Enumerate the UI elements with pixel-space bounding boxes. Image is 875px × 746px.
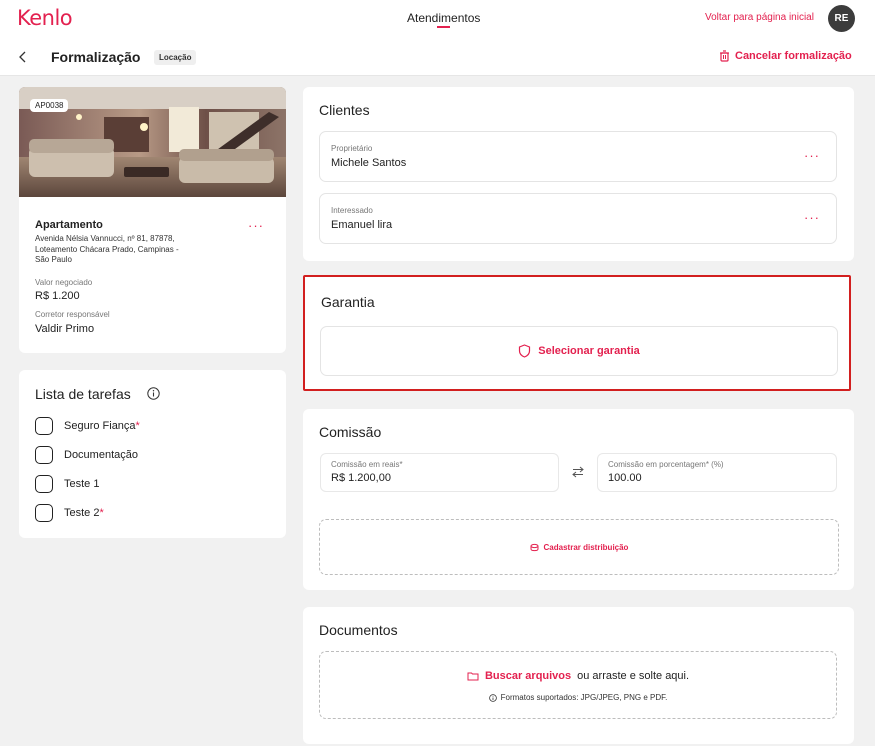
garantia-title: Garantia <box>321 294 375 310</box>
client-more-button[interactable]: ··· <box>804 148 820 163</box>
trash-icon <box>720 50 729 62</box>
swap-icon[interactable] <box>571 465 585 479</box>
nav-atendimentos[interactable]: Atendimentos <box>407 11 480 25</box>
task-item[interactable]: Documentação <box>35 446 138 464</box>
cancel-formalizacao-button[interactable]: Cancelar formalização <box>719 50 852 62</box>
comissao-title: Comissão <box>319 424 382 440</box>
select-garantia-label: Selecionar garantia <box>538 345 640 357</box>
buscar-arquivos-link[interactable]: Buscar arquivos <box>485 670 571 682</box>
nav-active-indicator <box>437 26 450 28</box>
cadastrar-distribuicao-button[interactable]: Cadastrar distribuição <box>319 519 839 575</box>
avatar[interactable]: RE <box>828 5 855 32</box>
property-code: AP0038 <box>30 99 69 112</box>
task-item[interactable]: Teste 1 <box>35 475 99 493</box>
clients-title: Clientes <box>319 102 370 118</box>
coins-icon <box>530 543 539 551</box>
comissao-pct-value: 100.00 <box>608 472 642 484</box>
valor-value: R$ 1.200 <box>35 290 80 302</box>
shield-icon <box>519 344 531 358</box>
corretor-label: Corretor responsável <box>35 310 110 319</box>
task-checkbox[interactable] <box>35 504 53 522</box>
comissao-reais-field[interactable]: Comissão em reais* R$ 1.200,00 <box>320 453 559 492</box>
corretor-value: Valdir Primo <box>35 323 95 335</box>
status-badge: Locação <box>154 50 197 65</box>
property-card: AP0038 Apartamento ··· Avenida Nélsia Va… <box>19 87 286 353</box>
task-checkbox[interactable] <box>35 417 53 435</box>
garantia-card: Garantia Selecionar garantia <box>303 275 851 391</box>
task-item[interactable]: Seguro Fiança* <box>35 417 140 435</box>
comissao-pct-label: Comissão em porcentagem* (%) <box>608 460 724 469</box>
cancel-label: Cancelar formalização <box>735 50 852 62</box>
comissao-reais-value: R$ 1.200,00 <box>331 472 391 484</box>
valor-label: Valor negociado <box>35 278 93 287</box>
client-proprietario[interactable]: Proprietário Michele Santos ··· <box>319 131 837 182</box>
client-role-label: Interessado <box>331 206 373 215</box>
task-label: Teste 2* <box>64 507 104 519</box>
file-dropzone[interactable]: Buscar arquivos ou arraste e solte aqui.… <box>319 651 837 719</box>
property-address: Avenida Nélsia Vannucci, nº 81, 87878, L… <box>35 234 179 264</box>
task-list-title: Lista de tarefas <box>35 386 131 402</box>
client-role-label: Proprietário <box>331 144 373 153</box>
dropzone-formats-line: Formatos suportados: JPG/JPEG, PNG e PDF… <box>320 693 836 702</box>
kenlo-logo[interactable]: Kenlo <box>17 6 73 30</box>
back-home-link[interactable]: Voltar para página inicial <box>705 12 814 23</box>
chevron-left-icon[interactable] <box>17 50 29 64</box>
dropzone-main-line: Buscar arquivos ou arraste e solte aqui. <box>320 670 836 682</box>
info-icon[interactable] <box>147 387 160 400</box>
task-item[interactable]: Teste 2* <box>35 504 104 522</box>
task-checkbox[interactable] <box>35 475 53 493</box>
dropzone-text: ou arraste e solte aqui. <box>577 670 690 682</box>
documentos-card: Documentos Buscar arquivos ou arraste e … <box>303 607 854 744</box>
client-name: Emanuel lira <box>331 219 393 231</box>
select-garantia-button[interactable]: Selecionar garantia <box>320 326 838 376</box>
task-label: Documentação <box>64 449 138 461</box>
clients-card: Clientes Proprietário Michele Santos ···… <box>303 87 854 261</box>
task-checkbox[interactable] <box>35 446 53 464</box>
client-more-button[interactable]: ··· <box>804 210 820 225</box>
comissao-pct-field[interactable]: Comissão em porcentagem* (%) 100.00 <box>597 453 837 492</box>
client-name: Michele Santos <box>331 157 407 169</box>
task-label: Teste 1 <box>64 478 100 490</box>
task-list-card: Lista de tarefas Seguro Fiança* Document… <box>19 370 286 538</box>
property-more-button[interactable]: ··· <box>248 218 264 233</box>
supported-formats: Formatos suportados: JPG/JPEG, PNG e PDF… <box>500 693 668 702</box>
comissao-card: Comissão Comissão em reais* R$ 1.200,00 … <box>303 409 854 590</box>
task-label: Seguro Fiança* <box>64 420 140 432</box>
client-interessado[interactable]: Interessado Emanuel lira ··· <box>319 193 837 244</box>
property-photo: AP0038 <box>19 87 286 197</box>
property-type: Apartamento <box>35 219 103 231</box>
top-bar: Kenlo Atendimentos Voltar para página in… <box>0 0 875 38</box>
folder-icon <box>467 672 479 681</box>
comissao-reais-label: Comissão em reais* <box>331 460 403 469</box>
cadastrar-distribuicao-label: Cadastrar distribuição <box>543 542 629 552</box>
info-icon <box>488 693 497 702</box>
sub-header: Formalização Locação Cancelar formalizaç… <box>0 38 875 76</box>
page-title: Formalização <box>51 49 141 65</box>
documentos-title: Documentos <box>319 622 398 638</box>
